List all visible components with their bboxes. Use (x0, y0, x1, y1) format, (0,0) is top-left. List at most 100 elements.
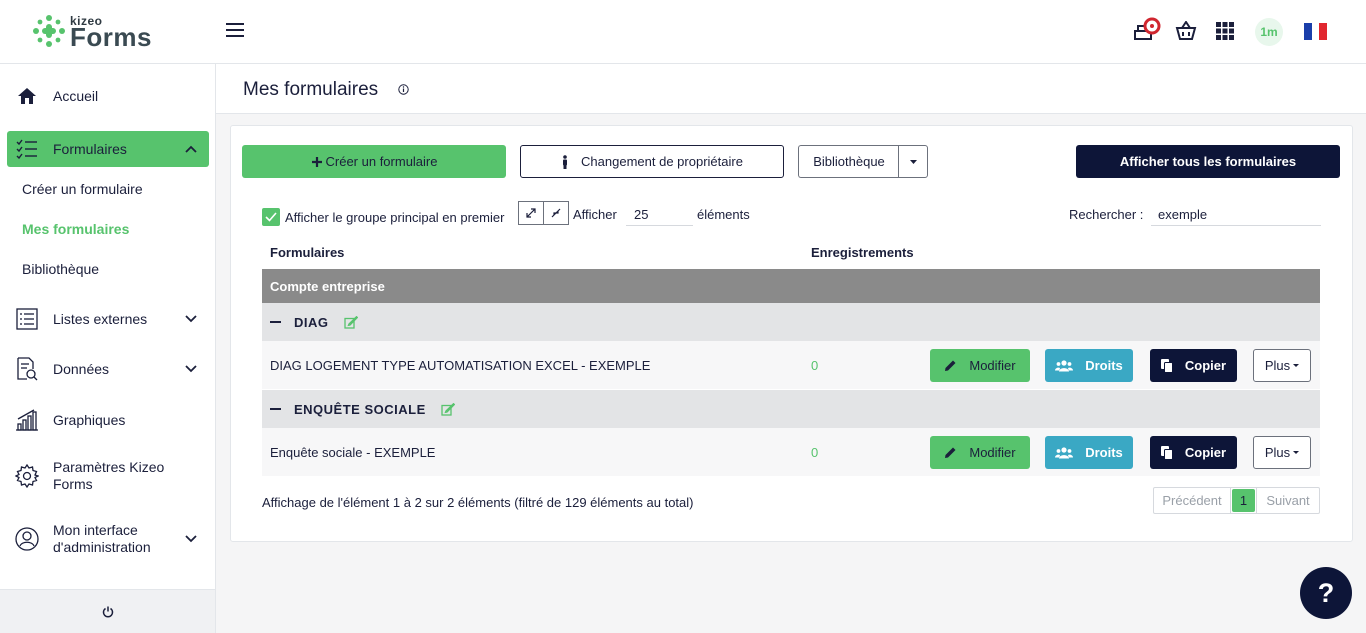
copy-label: Copier (1184, 445, 1227, 460)
check-icon (265, 212, 277, 222)
info-icon[interactable] (398, 84, 409, 95)
form-name[interactable]: DIAG LOGEMENT TYPE AUTOMATISATION EXCEL … (270, 358, 650, 373)
modify-button[interactable]: Modifier (930, 436, 1030, 469)
collapse-minus-icon[interactable] (270, 408, 281, 410)
rights-button[interactable]: Droits (1045, 349, 1133, 382)
bar-chart-icon (14, 408, 40, 432)
form-name[interactable]: Enquête sociale - EXEMPLE (270, 445, 435, 460)
collapse-icon (551, 208, 561, 218)
column-header-records[interactable]: Enregistrements (811, 245, 914, 260)
table-info-text: Affichage de l'élément 1 à 2 sur 2 éléme… (262, 495, 694, 510)
show-all-forms-button[interactable]: Afficher tous les formulaires (1076, 145, 1340, 178)
pagination-previous[interactable]: Précédent (1154, 488, 1231, 513)
top-bar: kizeo Forms 1m (0, 0, 1366, 64)
pagination: Précédent 1 Suivant (1153, 487, 1320, 514)
column-header-forms[interactable]: Formulaires (270, 245, 344, 260)
home-icon (14, 84, 40, 108)
subgroup-header-enquete-sociale[interactable]: ENQUÊTE SOCIALE (262, 390, 1320, 428)
search-label: Rechercher : (1069, 207, 1144, 222)
sidebar-item-label: Accueil (53, 87, 99, 104)
apps-grid-icon[interactable] (1216, 18, 1234, 44)
table-row: DIAG LOGEMENT TYPE AUTOMATISATION EXCEL … (262, 341, 1320, 389)
pagination-next[interactable]: Suivant (1256, 488, 1319, 513)
page-title: Mes formulaires (243, 79, 379, 100)
more-label: Plus (1264, 445, 1291, 460)
sidebar-item-accueil[interactable]: Accueil (7, 82, 209, 110)
basket-icon[interactable] (1175, 18, 1197, 44)
rights-button[interactable]: Droits (1045, 436, 1133, 469)
edit-icon[interactable] (441, 402, 455, 416)
library-button[interactable]: Bibliothèque (798, 145, 899, 178)
record-count[interactable]: 0 (811, 445, 818, 460)
expand-icon (526, 208, 536, 218)
expand-all-button[interactable] (518, 201, 544, 225)
create-form-button[interactable]: Créer un formulaire (242, 145, 506, 178)
user-avatar[interactable]: 1m (1255, 18, 1283, 46)
power-icon[interactable] (102, 606, 114, 618)
copy-label: Copier (1184, 358, 1227, 373)
sidebar-item-formulaires[interactable]: Formulaires (7, 131, 209, 167)
chevron-up-icon (185, 145, 197, 153)
search-input[interactable] (1151, 204, 1321, 226)
sidebar-item-label: Paramètres Kizeo Forms (53, 459, 165, 492)
show-label: Afficher (573, 207, 617, 222)
change-owner-button[interactable]: Changement de propriétaire (520, 145, 784, 178)
library-dropdown-toggle[interactable] (898, 145, 928, 178)
rights-label: Droits (1085, 445, 1123, 460)
sidebar-subitem-create-form[interactable]: Créer un formulaire (22, 181, 143, 197)
menu-toggle-icon[interactable] (226, 23, 244, 39)
main-group-first-checkbox[interactable] (262, 208, 280, 226)
list-icon (14, 307, 40, 331)
show-all-forms-label: Afficher tous les formulaires (1119, 154, 1297, 169)
page-length-input[interactable] (626, 204, 693, 226)
rights-label: Droits (1085, 358, 1123, 373)
logo-forms-text: Forms (70, 22, 152, 52)
sidebar-item-administration[interactable]: Mon interface d'administration (7, 521, 209, 557)
caret-down-icon (1293, 451, 1300, 454)
change-owner-label: Changement de propriétaire (581, 154, 743, 169)
sidebar-subitem-library[interactable]: Bibliothèque (22, 261, 99, 277)
collapse-all-button[interactable] (543, 201, 569, 225)
notifications-icon[interactable] (1131, 17, 1165, 44)
sidebar-item-parametres[interactable]: Paramètres Kizeo Forms (7, 458, 209, 494)
gear-icon (14, 464, 40, 488)
copy-button[interactable]: Copier (1150, 436, 1237, 469)
more-button[interactable]: Plus (1253, 436, 1311, 469)
record-count[interactable]: 0 (811, 358, 818, 373)
sidebar: Accueil Formulaires Créer un formulaire … (0, 64, 216, 633)
pencil-icon (945, 447, 956, 458)
person-icon (563, 154, 568, 169)
elements-label: éléments (697, 207, 750, 222)
help-button[interactable]: ? (1300, 567, 1352, 619)
subgroup-header-diag[interactable]: DIAG (262, 303, 1320, 341)
sidebar-item-label: Listes externes (53, 310, 148, 327)
sidebar-item-label: Formulaires (53, 140, 127, 157)
collapse-minus-icon[interactable] (270, 321, 281, 323)
sidebar-item-graphiques[interactable]: Graphiques (7, 406, 209, 434)
group-header: Compte entreprise (262, 269, 1320, 303)
plus-icon (311, 156, 322, 167)
sidebar-subitem-my-forms[interactable]: Mes formulaires (22, 221, 129, 237)
pagination-page-1[interactable]: 1 (1232, 489, 1255, 512)
more-button[interactable]: Plus (1253, 349, 1311, 382)
chevron-down-icon (185, 315, 197, 323)
more-label: Plus (1264, 358, 1291, 373)
create-form-label: Créer un formulaire (325, 154, 438, 169)
sidebar-footer (0, 589, 215, 633)
subgroup-name: ENQUÊTE SOCIALE (294, 401, 426, 417)
copy-button[interactable]: Copier (1150, 349, 1237, 382)
users-icon (1055, 359, 1074, 371)
kizeo-forms-logo[interactable]: kizeo Forms (32, 13, 172, 52)
sidebar-item-label: Graphiques (53, 411, 126, 428)
edit-icon[interactable] (343, 315, 358, 329)
copy-icon (1160, 445, 1173, 460)
sidebar-item-donnees[interactable]: Données (7, 355, 209, 383)
sidebar-item-label: Mon interface d'administration (53, 522, 151, 555)
pencil-icon (945, 360, 956, 371)
table-row: Enquête sociale - EXEMPLE 0 Modifier Dro… (262, 428, 1320, 476)
french-flag-icon[interactable] (1304, 23, 1328, 40)
sidebar-item-listes-externes[interactable]: Listes externes (7, 305, 209, 333)
modify-label: Modifier (969, 445, 1016, 460)
modify-button[interactable]: Modifier (930, 349, 1030, 382)
chevron-down-icon (185, 535, 197, 543)
